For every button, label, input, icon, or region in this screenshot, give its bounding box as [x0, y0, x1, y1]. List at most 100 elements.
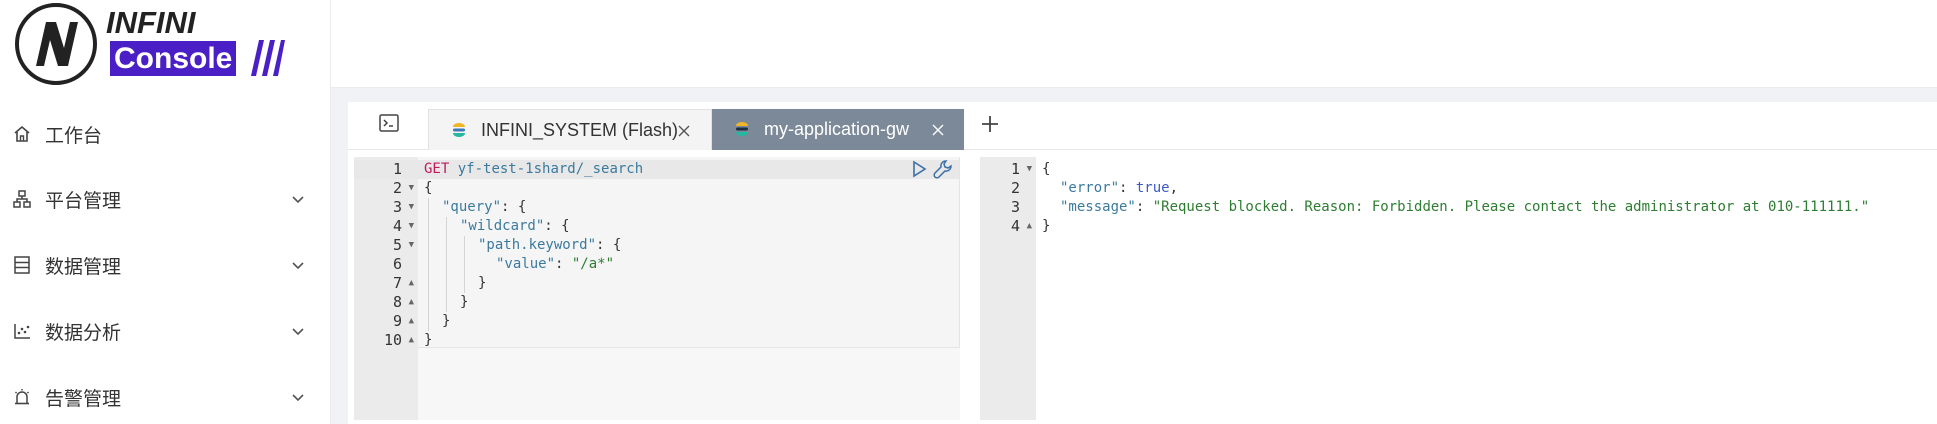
request-line: GET yf-test-1shard/_search	[424, 160, 643, 179]
line-number-gutter: 1 2 ▼ 3 ▼ 4 ▼ 5 ▼ 6 7 ▲ 8 ▲ 9 ▲ 10 ▲	[354, 157, 418, 420]
line-number-gutter: 1 ▼ 2 3 4 ▲	[980, 157, 1036, 420]
fold-toggle-icon[interactable]: ▼	[1027, 160, 1032, 179]
alarm-icon	[15, 389, 29, 405]
code-line: "wildcard": {	[460, 217, 570, 236]
line-number: 10	[383, 331, 402, 349]
line-number: 4	[1010, 217, 1020, 235]
add-tab-icon[interactable]	[978, 112, 1002, 136]
fold-toggle-icon[interactable]: ▲	[1027, 217, 1032, 236]
sidebar-item-platform[interactable]: 平台管理	[0, 174, 331, 224]
brand-slashes-icon	[251, 40, 285, 76]
json-key: "value"	[496, 256, 556, 272]
fold-toggle-icon[interactable]: ▼	[409, 198, 414, 217]
close-icon[interactable]	[677, 124, 691, 138]
json-string: "/a*"	[571, 256, 615, 272]
request-code-area[interactable]: GET yf-test-1shard/_search { "query": { …	[418, 157, 960, 348]
code-line: }	[442, 313, 451, 329]
brand-product: Console	[110, 41, 237, 76]
indent-guide	[428, 198, 429, 331]
code-line: }	[1042, 218, 1051, 234]
json-key: "path.keyword"	[478, 237, 597, 253]
play-icon[interactable]	[910, 160, 928, 178]
json-key: "error"	[1060, 180, 1120, 196]
json-boolean: true	[1135, 180, 1170, 196]
line-number: 4	[392, 217, 402, 235]
json-punct: : {	[501, 199, 527, 215]
sidebar-item-alerting[interactable]: 告警管理	[0, 372, 331, 422]
chevron-down-icon	[292, 262, 304, 270]
main-content: INFINI_SYSTEM (Flash) my-application-gw	[331, 88, 1937, 424]
tab-label: INFINI_SYSTEM (Flash)	[481, 119, 679, 140]
sidebar-item-data[interactable]: 数据管理	[0, 240, 331, 290]
brand-name: INFINI	[106, 5, 196, 40]
request-method: GET	[424, 161, 450, 177]
code-line: {	[424, 180, 433, 196]
request-path: yf-test-1shard/_search	[457, 161, 644, 177]
error-message: "Request blocked. Reason: Forbidden. Ple…	[1152, 199, 1870, 215]
line-number: 2	[392, 179, 402, 197]
code-line: "message": "Request blocked. Reason: For…	[1060, 198, 1869, 217]
logo-area: INFINI Console	[0, 0, 331, 88]
fold-toggle-icon[interactable]: ▼	[409, 236, 414, 255]
line-number: 5	[392, 236, 402, 254]
line-number: 1	[392, 160, 402, 178]
line-number: 1	[1010, 160, 1020, 178]
code-line: }	[424, 332, 433, 348]
request-editor[interactable]: 1 2 ▼ 3 ▼ 4 ▼ 5 ▼ 6 7 ▲ 8 ▲ 9 ▲ 10 ▲ GET yf-test…	[354, 157, 960, 420]
database-icon	[14, 256, 30, 274]
line-number: 7	[392, 274, 402, 292]
fold-toggle-icon[interactable]: ▲	[409, 293, 414, 312]
json-key: "message"	[1060, 199, 1136, 215]
code-line: "error": true,	[1060, 179, 1178, 198]
code-line: {	[1042, 161, 1051, 177]
home-icon	[14, 125, 30, 142]
fold-toggle-icon[interactable]: ▲	[409, 331, 414, 350]
json-punct: :	[1135, 199, 1153, 215]
fold-toggle-icon[interactable]: ▼	[409, 179, 414, 198]
chevron-down-icon	[292, 328, 304, 336]
sidebar-item-workbench[interactable]: 工作台	[0, 109, 331, 159]
json-punct: : {	[596, 237, 622, 253]
response-code-area[interactable]: { "error": true, "message": "Request blo…	[1036, 157, 1937, 348]
sidebar-item-analysis[interactable]: 数据分析	[0, 306, 331, 356]
json-punct: : {	[544, 218, 570, 234]
line-number: 3	[1010, 198, 1020, 216]
json-key: "wildcard"	[460, 218, 545, 234]
infini-logo-icon	[15, 3, 97, 85]
line-number: 8	[392, 293, 402, 311]
code-line: }	[478, 275, 487, 291]
close-icon[interactable]	[931, 123, 945, 137]
chevron-down-icon	[292, 394, 304, 402]
cluster-icon	[13, 190, 31, 208]
chart-icon	[14, 324, 30, 339]
console-tab-bar: INFINI_SYSTEM (Flash) my-application-gw	[348, 102, 1937, 150]
code-line: }	[460, 294, 469, 310]
line-number: 3	[392, 198, 402, 216]
fold-toggle-icon[interactable]: ▼	[409, 217, 414, 236]
fold-toggle-icon[interactable]: ▲	[409, 312, 414, 331]
response-editor[interactable]: 1 ▼ 2 3 4 ▲ { "error": true, "message": "R…	[980, 157, 1937, 420]
line-number: 6	[392, 255, 402, 273]
elasticsearch-icon	[736, 122, 748, 136]
sidebar-item-label: 工作台	[45, 124, 103, 147]
sidebar-item-label: 平台管理	[45, 189, 122, 212]
devtools-panel: INFINI_SYSTEM (Flash) my-application-gw	[348, 102, 1937, 424]
indent-guide	[464, 236, 465, 293]
elasticsearch-icon	[453, 123, 465, 137]
line-number: 9	[392, 312, 402, 330]
json-key: "query"	[442, 199, 502, 215]
sidebar: 工作台 平台管理 数据管理 数据分析 告警管理	[0, 88, 331, 424]
line-number: 2	[1010, 179, 1020, 197]
top-header	[331, 0, 1937, 88]
sidebar-item-label: 数据管理	[45, 255, 122, 278]
code-line: "query": {	[442, 198, 526, 217]
json-punct: :	[1119, 180, 1136, 196]
tab-my-application-gw[interactable]: my-application-gw	[712, 109, 964, 150]
terminal-icon[interactable]	[378, 112, 400, 134]
fold-toggle-icon[interactable]: ▲	[409, 274, 414, 293]
wrench-icon[interactable]	[932, 158, 954, 180]
tab-infini-system[interactable]: INFINI_SYSTEM (Flash)	[428, 109, 712, 150]
sidebar-item-label: 数据分析	[45, 321, 122, 344]
json-punct: :	[555, 256, 572, 272]
chevron-down-icon	[292, 196, 304, 204]
